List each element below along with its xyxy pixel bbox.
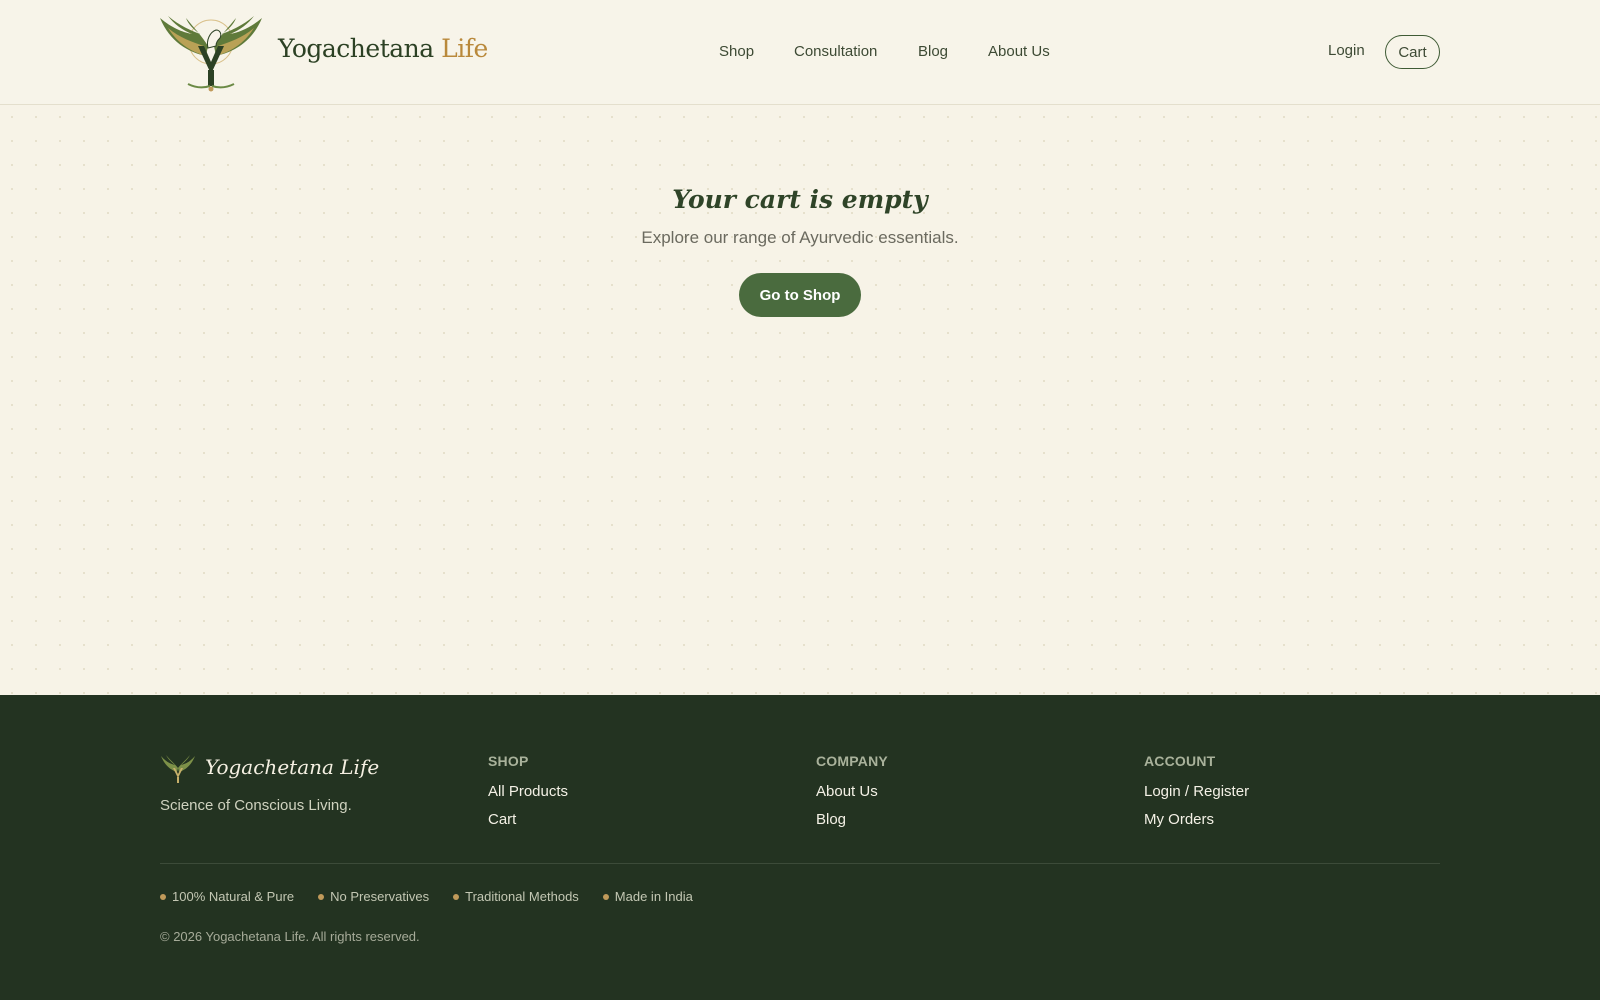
bullet-dot-icon bbox=[453, 893, 460, 900]
footer-column-account: ACCOUNT Login / Register My Orders bbox=[1144, 753, 1249, 839]
brand-name[interactable]: Yogachetana Life bbox=[278, 34, 488, 63]
trust-badge: 100% Natural & Pure bbox=[160, 889, 294, 904]
cart-main: Your cart is empty Explore our range of … bbox=[0, 105, 1600, 695]
trust-badge-label: Made in India bbox=[614, 889, 693, 904]
site-footer: Yogachetana Life Science of Conscious Li… bbox=[0, 695, 1600, 1000]
bullet-dot-icon bbox=[160, 893, 166, 900]
nav-consultation[interactable]: Consultation bbox=[794, 43, 877, 60]
cart-button[interactable]: Cart bbox=[1385, 35, 1440, 69]
footer-divider bbox=[160, 863, 1440, 864]
footer-heading-shop: SHOP bbox=[488, 753, 529, 769]
empty-cart-title: Your cart is empty bbox=[672, 185, 928, 214]
copyright-text: © 2026 Yogachetana Life. All rights rese… bbox=[160, 929, 420, 944]
nav-shop[interactable]: Shop bbox=[719, 43, 754, 60]
trust-badge: Made in India bbox=[602, 889, 693, 904]
trust-badges: 100% Natural & Pure No Preservatives Tra… bbox=[160, 889, 693, 904]
trust-badge-label: Traditional Methods bbox=[465, 889, 579, 904]
brand-accent: Life bbox=[441, 34, 488, 63]
footer-brand: Yogachetana Life bbox=[205, 755, 380, 779]
footer-link-blog[interactable]: Blog bbox=[816, 811, 888, 828]
footer-tagline: Science of Conscious Living. bbox=[160, 797, 352, 814]
login-link[interactable]: Login bbox=[1328, 42, 1365, 59]
footer-heading-account: ACCOUNT bbox=[1144, 753, 1216, 769]
footer-logo-icon bbox=[161, 755, 195, 783]
footer-link-login-register[interactable]: Login / Register bbox=[1144, 783, 1249, 800]
footer-heading-company: COMPANY bbox=[816, 753, 888, 769]
footer-column-shop: SHOP All Products Cart bbox=[488, 753, 568, 839]
bullet-dot-icon bbox=[318, 893, 325, 900]
empty-cart-subtitle: Explore our range of Ayurvedic essential… bbox=[641, 228, 959, 247]
brand-main: Yogachetana bbox=[278, 34, 434, 63]
nav-blog[interactable]: Blog bbox=[918, 43, 948, 60]
trust-badge-label: 100% Natural & Pure bbox=[172, 889, 295, 904]
winged-horse-logo-icon[interactable] bbox=[158, 12, 264, 94]
footer-link-all-products[interactable]: All Products bbox=[488, 783, 568, 800]
footer-link-cart[interactable]: Cart bbox=[488, 811, 568, 828]
trust-badge-label: No Preservatives bbox=[330, 889, 430, 904]
go-to-shop-button[interactable]: Go to Shop bbox=[739, 273, 861, 317]
trust-badge: No Preservatives bbox=[318, 889, 429, 904]
footer-column-company: COMPANY About Us Blog bbox=[816, 753, 888, 839]
bullet-dot-icon bbox=[602, 893, 609, 900]
trust-badge: Traditional Methods bbox=[453, 889, 579, 904]
nav-about-us[interactable]: About Us bbox=[988, 43, 1050, 60]
footer-link-my-orders[interactable]: My Orders bbox=[1144, 811, 1249, 828]
site-header: Yogachetana Life Shop Consultation Blog … bbox=[0, 0, 1600, 105]
footer-link-about-us[interactable]: About Us bbox=[816, 783, 888, 800]
